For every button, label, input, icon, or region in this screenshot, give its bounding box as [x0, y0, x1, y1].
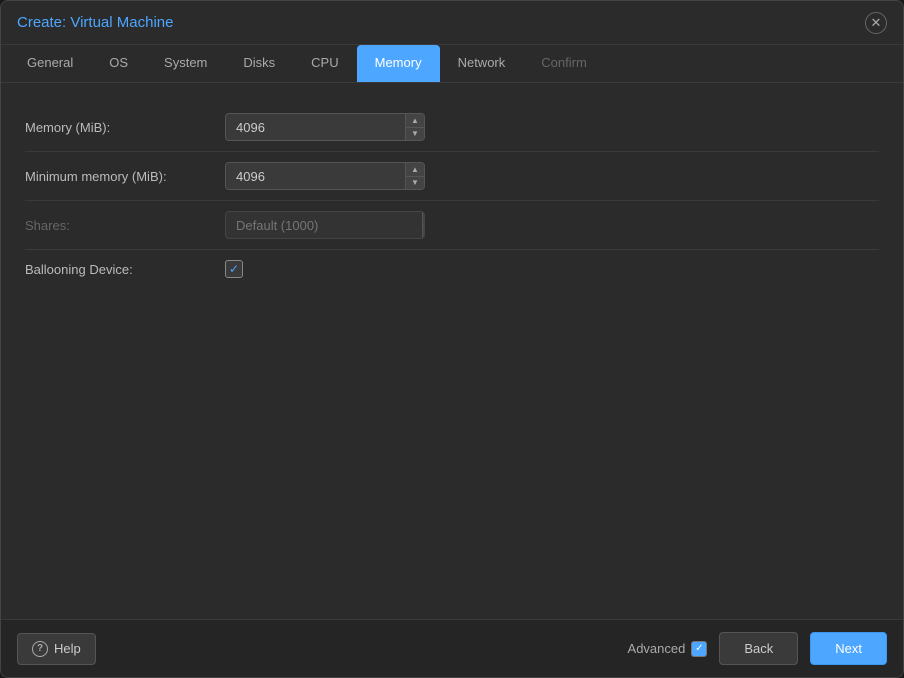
- tab-system[interactable]: System: [146, 45, 225, 82]
- min-memory-spinner-buttons: ▲ ▼: [405, 163, 424, 189]
- form-content: Memory (MiB): ▲ ▼ Minimum memory (MiB):: [1, 83, 903, 619]
- create-vm-dialog: Create: Virtual Machine ✕ General OS Sys…: [0, 0, 904, 678]
- min-memory-label: Minimum memory (MiB):: [25, 169, 225, 184]
- shares-up-button: ▲: [423, 212, 425, 225]
- up-arrow-icon: ▲: [411, 117, 419, 125]
- advanced-checkbox[interactable]: ✓: [691, 641, 707, 657]
- shares-down-button: ▼: [423, 225, 425, 238]
- tab-memory[interactable]: Memory: [357, 45, 440, 82]
- tab-cpu[interactable]: CPU: [293, 45, 356, 82]
- memory-row: Memory (MiB): ▲ ▼: [25, 103, 879, 152]
- back-button[interactable]: Back: [719, 632, 798, 665]
- down-arrow-icon: ▼: [411, 130, 419, 138]
- shares-spinner: ▲ ▼: [225, 211, 425, 239]
- tab-general[interactable]: General: [9, 45, 91, 82]
- adv-check-icon: ✓: [695, 643, 703, 654]
- ballooning-checkbox[interactable]: ✓: [225, 260, 243, 278]
- memory-up-button[interactable]: ▲: [406, 114, 424, 127]
- ballooning-checkbox-container: ✓: [225, 260, 243, 278]
- memory-down-button[interactable]: ▼: [406, 127, 424, 140]
- tab-disks[interactable]: Disks: [225, 45, 293, 82]
- min-memory-row: Minimum memory (MiB): ▲ ▼: [25, 152, 879, 201]
- memory-label: Memory (MiB):: [25, 120, 225, 135]
- memory-input[interactable]: [226, 115, 405, 140]
- footer-right: Advanced ✓ Back Next: [628, 632, 887, 665]
- tab-bar: General OS System Disks CPU Memory Netwo…: [1, 45, 903, 83]
- next-button[interactable]: Next: [810, 632, 887, 665]
- down-arrow-icon: ▼: [411, 179, 419, 187]
- footer: ? Help Advanced ✓ Back Next: [1, 619, 903, 677]
- shares-label: Shares:: [25, 218, 225, 233]
- dialog-title: Create: Virtual Machine: [17, 14, 173, 31]
- min-memory-spinner[interactable]: ▲ ▼: [225, 162, 425, 190]
- min-memory-up-button[interactable]: ▲: [406, 163, 424, 176]
- up-arrow-icon: ▲: [411, 166, 419, 174]
- shares-input: [226, 213, 422, 238]
- advanced-label: Advanced ✓: [628, 641, 708, 657]
- advanced-text: Advanced: [628, 641, 686, 656]
- help-label: Help: [54, 641, 81, 656]
- ballooning-row: Ballooning Device: ✓: [25, 250, 879, 288]
- memory-spinner-buttons: ▲ ▼: [405, 114, 424, 140]
- min-memory-input[interactable]: [226, 164, 405, 189]
- tab-confirm: Confirm: [523, 45, 605, 82]
- help-button[interactable]: ? Help: [17, 633, 96, 665]
- close-button[interactable]: ✕: [865, 12, 887, 34]
- memory-spinner[interactable]: ▲ ▼: [225, 113, 425, 141]
- min-memory-down-button[interactable]: ▼: [406, 176, 424, 189]
- ballooning-label: Ballooning Device:: [25, 262, 225, 277]
- help-icon: ?: [32, 641, 48, 657]
- title-bar: Create: Virtual Machine ✕: [1, 1, 903, 45]
- shares-row: Shares: ▲ ▼: [25, 201, 879, 250]
- checkmark-icon: ✓: [229, 262, 239, 276]
- close-icon: ✕: [871, 16, 882, 29]
- shares-spinner-buttons: ▲ ▼: [422, 212, 425, 238]
- tab-os[interactable]: OS: [91, 45, 146, 82]
- tab-network[interactable]: Network: [440, 45, 524, 82]
